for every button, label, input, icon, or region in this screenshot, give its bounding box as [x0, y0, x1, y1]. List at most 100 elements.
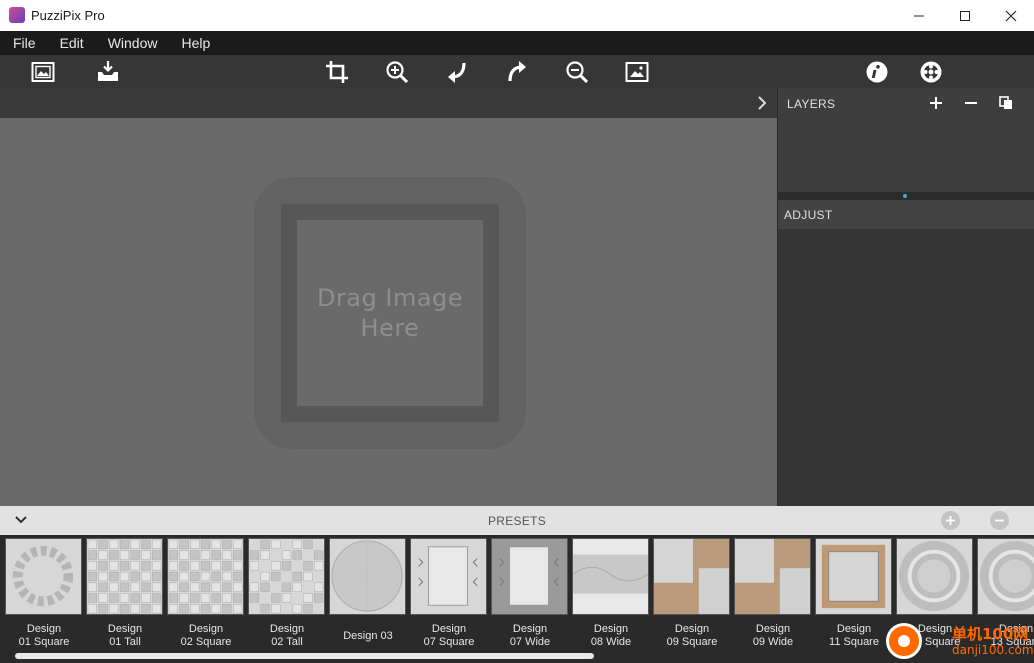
preset-label: Design 09 Wide — [752, 623, 794, 648]
watermark-logo-icon — [886, 623, 922, 659]
close-button[interactable] — [988, 0, 1034, 31]
image-canvas[interactable]: Drag Image Here — [0, 118, 777, 506]
presets-title: PRESETS — [487, 514, 547, 528]
zoom-out-icon — [566, 61, 589, 84]
preset-item[interactable]: Design 07 Wide — [491, 538, 569, 649]
crop-icon — [326, 61, 348, 83]
preset-label: Design 01 Square — [18, 623, 70, 648]
menu-bar: File Edit Window Help — [0, 31, 1034, 55]
app-logo-icon — [9, 7, 25, 23]
fit-image-icon — [625, 62, 649, 82]
right-panel: LAYERS ADJUST — [777, 88, 1034, 506]
watermark-text: 单机100网 — [952, 625, 1029, 643]
add-preset-button[interactable] — [941, 511, 960, 530]
preset-item[interactable]: Design 09 Square — [653, 538, 731, 649]
preset-label: Design 03 — [343, 630, 393, 642]
adjust-panel — [778, 229, 1034, 506]
redo-icon — [508, 61, 526, 82]
canvas-header — [0, 88, 777, 118]
menu-window[interactable]: Window — [101, 31, 165, 55]
preset-item[interactable]: Design 07 Square — [410, 538, 488, 649]
expand-panel-chevron-icon[interactable] — [755, 95, 769, 111]
panel-splitter[interactable] — [778, 192, 1034, 200]
preset-thumbnail[interactable] — [410, 538, 487, 615]
preset-thumbnail[interactable] — [248, 538, 325, 615]
preset-item[interactable]: Design 11 Square — [815, 538, 893, 649]
zoom-out-button[interactable] — [563, 58, 591, 86]
presets-strip: Design 01 Square Design 01 Tall Design 02 … — [0, 535, 1034, 663]
preset-thumbnail[interactable] — [167, 538, 244, 615]
preset-thumbnail[interactable] — [5, 538, 82, 615]
info-button[interactable] — [863, 58, 891, 86]
preset-label: Design 01 Tall — [107, 623, 143, 648]
adjust-title: ADJUST — [784, 208, 833, 222]
layers-title: LAYERS — [787, 97, 836, 111]
preset-thumbnail[interactable] — [977, 538, 1034, 615]
layers-header: LAYERS — [778, 88, 1034, 118]
menu-edit[interactable]: Edit — [53, 31, 91, 55]
fit-image-button[interactable] — [623, 58, 651, 86]
preset-thumbnail[interactable] — [572, 538, 649, 615]
settings-button[interactable] — [917, 58, 945, 86]
menu-file[interactable]: File — [6, 31, 43, 55]
minus-icon — [995, 519, 1004, 522]
preset-thumbnail[interactable] — [653, 538, 730, 615]
minimize-icon — [914, 15, 924, 16]
redo-button[interactable] — [503, 58, 531, 86]
drop-zone-inner: Drag Image Here — [297, 220, 483, 406]
maximize-icon — [960, 10, 970, 21]
splitter-handle-icon[interactable] — [903, 194, 907, 198]
add-layer-button[interactable] — [928, 94, 944, 112]
save-button[interactable] — [94, 58, 122, 86]
preset-thumbnail[interactable] — [491, 538, 568, 615]
preset-thumbnail[interactable] — [896, 538, 973, 615]
preset-thumbnail[interactable] — [815, 538, 892, 615]
preset-label: Design 08 Wide — [590, 623, 632, 648]
preset-item[interactable]: Design 02 Tall — [248, 538, 326, 649]
preset-label: Design 02 Tall — [269, 623, 305, 648]
undo-button[interactable] — [443, 58, 471, 86]
save-download-icon — [98, 61, 118, 81]
preset-label: Design 07 Square — [423, 623, 475, 648]
preset-item[interactable]: Design 02 Square — [167, 538, 245, 649]
minus-icon — [965, 102, 977, 104]
preset-item[interactable]: Design 09 Wide — [734, 538, 812, 649]
plus-icon — [930, 97, 942, 109]
preset-label: Design 02 Square — [180, 623, 232, 648]
title-bar: PuzziPix Pro — [0, 0, 1034, 31]
window-title: PuzziPix Pro — [31, 8, 105, 23]
presets-scrollbar[interactable] — [15, 653, 594, 659]
preset-item[interactable]: Design 03 — [329, 538, 407, 643]
layers-list[interactable] — [778, 118, 1034, 192]
remove-preset-button[interactable] — [990, 511, 1009, 530]
toolbar — [0, 55, 1034, 88]
maximize-button[interactable] — [942, 0, 988, 31]
open-image-icon — [31, 62, 55, 82]
presets-header: PRESETS — [0, 506, 1034, 535]
preset-item[interactable]: Design 08 Wide — [572, 538, 650, 649]
undo-icon — [448, 62, 466, 83]
menu-help[interactable]: Help — [174, 31, 217, 55]
preset-thumbnail[interactable] — [734, 538, 811, 615]
preset-label: Design 11 Square — [829, 623, 879, 648]
watermark: 单机100网 danji100.com — [886, 619, 1034, 663]
info-icon — [866, 61, 888, 83]
zoom-in-button[interactable] — [383, 58, 411, 86]
duplicate-layer-button[interactable] — [998, 94, 1014, 112]
preset-item[interactable]: Design 01 Tall — [86, 538, 164, 649]
settings-icon — [920, 61, 942, 83]
plus-icon — [946, 516, 955, 525]
preset-thumbnail[interactable] — [329, 538, 406, 615]
adjust-header: ADJUST — [778, 200, 1034, 229]
close-icon — [1005, 10, 1017, 21]
preset-thumbnail[interactable] — [86, 538, 163, 615]
open-image-button[interactable] — [29, 58, 57, 86]
drop-zone-text: Drag Image Here — [316, 284, 464, 342]
crop-button[interactable] — [323, 58, 351, 86]
watermark-url: danji100.com — [952, 643, 1034, 657]
preset-label: Design 07 Wide — [509, 623, 551, 648]
preset-label: Design 09 Square — [666, 623, 718, 648]
minimize-button[interactable] — [896, 0, 942, 31]
remove-layer-button[interactable] — [963, 94, 979, 112]
preset-item[interactable]: Design 01 Square — [5, 538, 83, 649]
